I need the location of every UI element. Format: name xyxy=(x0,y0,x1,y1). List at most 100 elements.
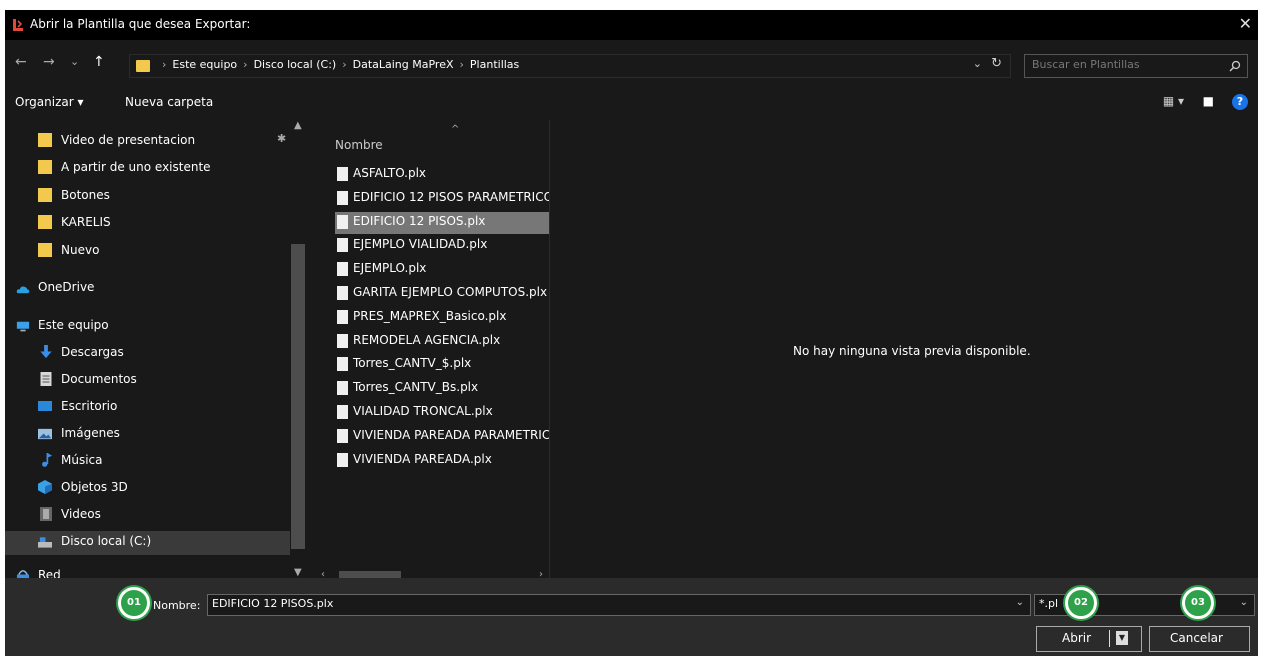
breadcrumb-plantillas[interactable]: Plantillas xyxy=(470,58,519,71)
nav-item-a-partir-de-uno-existente[interactable]: A partir de uno existente xyxy=(5,157,295,181)
file-item[interactable]: EJEMPLO.plx xyxy=(335,259,549,281)
file-name: GARITA EJEMPLO COMPUTOS.plx xyxy=(353,285,548,299)
file-name: REMODELA AGENCIA.plx xyxy=(353,332,501,347)
back-arrow-icon[interactable]: ← xyxy=(15,54,27,70)
file-type-filter-value: *.pl xyxy=(1039,597,1059,610)
folder-icon xyxy=(38,243,52,257)
nav-vertical-scrollbar[interactable]: ▲ ▼ xyxy=(291,120,305,578)
organize-button[interactable]: Organizar ▾ xyxy=(15,95,84,109)
nav-item-karelis[interactable]: KARELIS xyxy=(5,212,295,236)
nav-item-botones[interactable]: Botones xyxy=(5,185,295,209)
file-item[interactable]: REMODELA AGENCIA.plx xyxy=(335,331,549,353)
command-bar: Organizar ▾ Nueva carpeta ▦ ▾ ■ ? xyxy=(5,90,1258,116)
download-icon xyxy=(40,345,52,359)
filename-input[interactable]: EDIFICIO 12 PISOS.plx ⌄ xyxy=(207,594,1031,616)
preview-pane-icon[interactable]: ■ xyxy=(1203,94,1214,108)
file-open-dialog: Abrir la Plantilla que desea Exportar: ✕… xyxy=(5,10,1258,656)
nav-item-label: Escritorio xyxy=(61,399,118,413)
file-item[interactable]: VIALIDAD TRONCAL.plx xyxy=(335,402,549,424)
open-button[interactable]: Abrir ▼ xyxy=(1036,626,1142,652)
nav-item-videos[interactable]: Videos xyxy=(5,504,295,528)
close-icon[interactable]: ✕ xyxy=(1239,14,1252,33)
search-placeholder: Buscar en Plantillas xyxy=(1032,58,1140,71)
file-icon xyxy=(337,309,348,324)
nav-item-label: KARELIS xyxy=(61,215,111,229)
cancel-button[interactable]: Cancelar xyxy=(1149,626,1250,652)
nav-item-video-de-presentacion[interactable]: Video de presentacion ✱ ^ xyxy=(5,130,299,154)
address-history-chevron-icon[interactable]: ⌄ xyxy=(973,57,982,70)
refresh-icon[interactable]: ↻ xyxy=(991,56,1002,71)
forward-arrow-icon[interactable]: → xyxy=(43,54,55,70)
dialog-footer: Nombre: EDIFICIO 12 PISOS.plx ⌄ *.pl ⌄ A… xyxy=(5,578,1258,656)
nav-item-objetos-3d[interactable]: Objetos 3D xyxy=(5,477,295,501)
folder-icon xyxy=(38,160,52,174)
file-item[interactable]: VIVIENDA PAREADA PARAMETRICO.plx xyxy=(335,426,549,448)
file-icon xyxy=(337,405,348,419)
scroll-down-icon[interactable]: ▼ xyxy=(294,567,302,578)
recent-locations-chevron-icon[interactable]: ⌄ xyxy=(70,55,79,68)
breadcrumb-separator: › xyxy=(459,58,464,71)
up-arrow-icon[interactable]: ↑ xyxy=(93,54,105,70)
file-name: EJEMPLO VIALIDAD.plx xyxy=(353,237,488,252)
new-folder-button[interactable]: Nueva carpeta xyxy=(125,95,213,109)
nav-item-label: A partir de uno existente xyxy=(61,160,211,174)
nav-item-documentos[interactable]: Documentos xyxy=(5,369,295,393)
nav-item-disco-local[interactable]: Disco local (C:) xyxy=(5,531,290,555)
pictures-icon xyxy=(38,428,52,440)
file-icon xyxy=(337,238,348,253)
desktop-icon xyxy=(38,401,52,411)
file-item[interactable]: ASFALTO.plx xyxy=(335,164,549,186)
file-item[interactable]: PRES_MAPREX_Basico.plx xyxy=(335,307,549,329)
file-item[interactable]: EDIFICIO 12 PISOS.plx xyxy=(335,211,549,234)
address-bar[interactable]: › Este equipo › Disco local (C:) › DataLaing … xyxy=(129,54,1011,78)
scroll-up-icon[interactable]: ▲ xyxy=(294,120,302,131)
file-item[interactable]: EDIFICIO 12 PISOS PARAMETRICO.plx xyxy=(335,188,549,210)
drive-icon xyxy=(38,537,52,548)
file-name: VIVIENDA PAREADA PARAMETRICO.plx xyxy=(353,427,549,442)
file-name: VIVIENDA PAREADA.plx xyxy=(353,451,492,466)
3d-objects-icon xyxy=(38,480,52,494)
breadcrumb-este-equipo[interactable]: Este equipo xyxy=(172,58,237,71)
file-list-pane: ^ Nombre ASFALTO.plx EDIFICIO 12 PISOS PA… xyxy=(317,120,550,582)
file-icon xyxy=(337,286,348,300)
scroll-thumb[interactable] xyxy=(291,244,305,549)
nav-item-label: Este equipo xyxy=(38,318,109,332)
open-options-dropdown-icon[interactable]: ▼ xyxy=(1116,631,1128,645)
file-item[interactable]: EJEMPLO VIALIDAD.plx xyxy=(335,235,549,257)
file-name: EDIFICIO 12 PISOS.plx xyxy=(353,213,486,228)
nav-item-onedrive[interactable]: OneDrive xyxy=(5,277,295,301)
column-header-name[interactable]: Nombre xyxy=(335,138,383,152)
filename-label: Nombre: xyxy=(153,599,201,612)
nav-item-escritorio[interactable]: Escritorio xyxy=(5,396,295,420)
nav-item-label: Objetos 3D xyxy=(61,480,128,494)
callout-badge-01: 01 xyxy=(118,587,150,619)
breadcrumb-separator: › xyxy=(243,58,248,71)
app-logo-icon xyxy=(13,19,23,31)
nav-item-nuevo[interactable]: Nuevo xyxy=(5,240,295,264)
title-bar: Abrir la Plantilla que desea Exportar: ✕ xyxy=(5,10,1258,40)
file-item[interactable]: Torres_CANTV_Bs.plx xyxy=(335,378,549,400)
window-title: Abrir la Plantilla que desea Exportar: xyxy=(30,17,251,31)
breadcrumb-datalaing-maprex[interactable]: DataLaing MaPreX xyxy=(353,58,454,71)
nav-item-label: Música xyxy=(61,453,103,467)
nav-item-label: Videos xyxy=(61,507,101,521)
nav-item-descargas[interactable]: Descargas xyxy=(5,342,295,366)
chevron-down-icon[interactable]: ⌄ xyxy=(1240,597,1248,608)
search-input[interactable]: Buscar en Plantillas xyxy=(1024,54,1248,78)
file-item[interactable]: GARITA EJEMPLO COMPUTOS.plx xyxy=(335,283,549,305)
change-view-icon[interactable]: ▦ ▾ xyxy=(1163,94,1184,108)
cancel-button-label: Cancelar xyxy=(1170,631,1223,645)
file-icon xyxy=(337,333,348,348)
nav-item-imagenes[interactable]: Imágenes xyxy=(5,423,295,447)
file-icon xyxy=(337,167,348,181)
help-icon[interactable]: ? xyxy=(1232,94,1248,110)
nav-item-este-equipo[interactable]: Este equipo xyxy=(5,315,295,339)
file-name: EJEMPLO.plx xyxy=(353,261,427,276)
file-item[interactable]: Torres_CANTV_$.plx xyxy=(335,354,549,376)
chevron-down-icon[interactable]: ⌄ xyxy=(1016,597,1024,608)
folder-icon xyxy=(136,60,150,72)
file-item[interactable]: VIVIENDA PAREADA.plx xyxy=(335,450,549,472)
nav-item-musica[interactable]: Música xyxy=(5,450,295,474)
file-icon xyxy=(337,452,348,467)
breadcrumb-disco-local[interactable]: Disco local (C:) xyxy=(254,58,337,71)
